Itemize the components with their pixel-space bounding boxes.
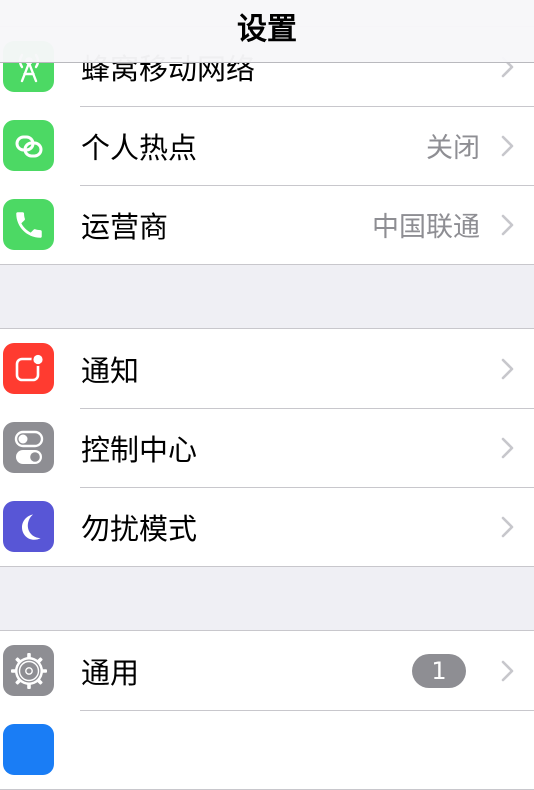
notifications-icon [3,343,54,394]
hotspot-status-value: 关闭 [426,133,480,164]
general-row[interactable]: 通用 1 [0,631,534,710]
chevron-right-icon [501,516,514,537]
settings-group-alerts: 通知 控制中心 勿扰模式 [0,328,534,567]
notifications-label: 通知 [81,353,140,388]
control-center-toggles-icon [3,422,54,473]
carrier-label: 运营商 [81,209,169,244]
chevron-right-icon [501,358,514,379]
do-not-disturb-row[interactable]: 勿扰模式 [0,487,534,566]
moon-icon [3,501,54,552]
hotspot-row[interactable]: 个人热点 关闭 [0,106,534,185]
phone-icon [3,199,54,250]
page-title: 设置 [237,12,297,47]
chevron-right-icon [501,135,514,156]
update-count-badge: 1 [412,653,466,688]
settings-group-general: 通用 1 [0,630,534,790]
partially-visible-row[interactable] [0,710,534,789]
carrier-row[interactable]: 运营商 中国联通 [0,185,534,264]
control-center-label: 控制中心 [81,432,198,467]
general-label: 通用 [81,655,140,690]
control-center-row[interactable]: 控制中心 [0,408,534,487]
hotspot-chain-icon [3,120,54,171]
hotspot-label: 个人热点 [81,130,198,165]
notifications-row[interactable]: 通知 [0,329,534,408]
do-not-disturb-label: 勿扰模式 [81,511,198,546]
chevron-right-icon [501,214,514,235]
settings-app-icon [3,724,54,775]
carrier-value: 中国联通 [372,212,480,243]
navigation-bar: 设置 [0,0,534,63]
chevron-right-icon [501,660,514,681]
settings-list: 蜂窝移动网络 个人热点 关闭 运营商 中国联通 通知 控制中心 勿扰模式 通用 … [0,0,534,790]
chevron-right-icon [501,437,514,458]
gear-icon [3,645,54,696]
